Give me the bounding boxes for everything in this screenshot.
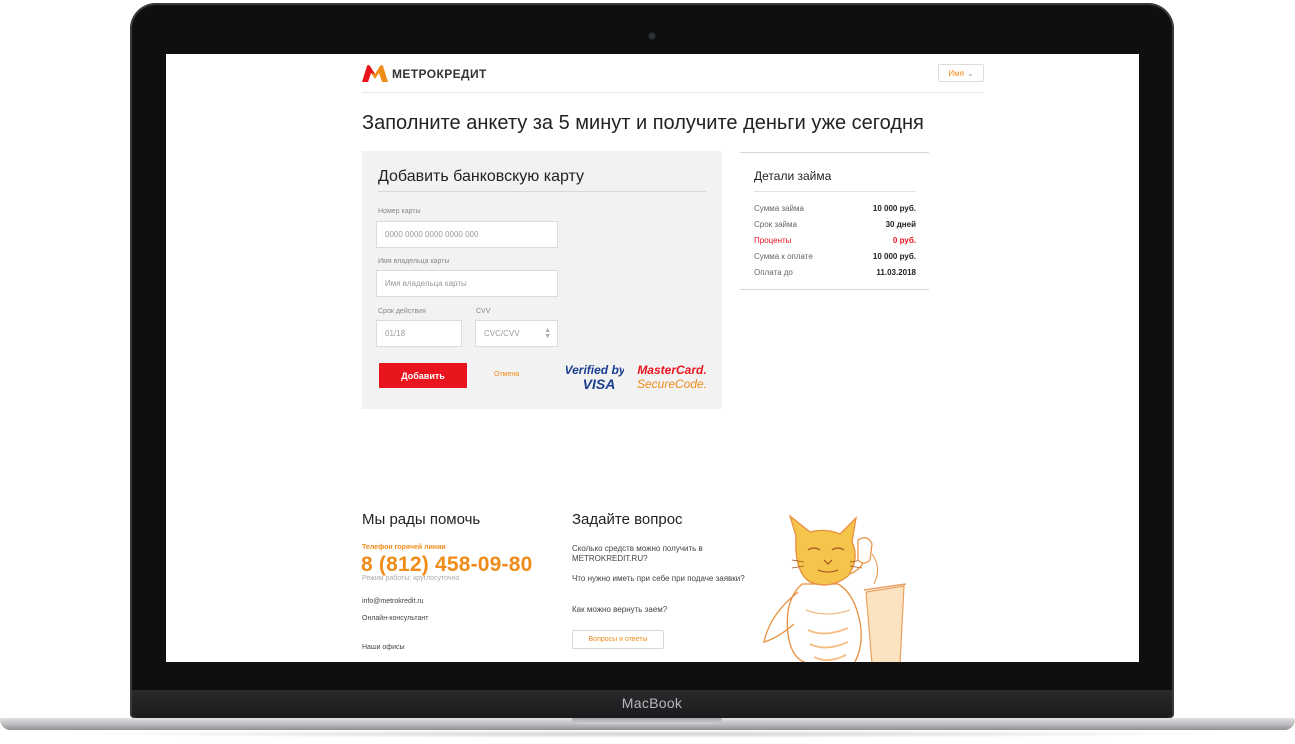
brand-name: МЕТРОКРЕДИТ [392, 67, 487, 81]
mc-line2: SecureCode. [637, 377, 707, 391]
user-menu-button[interactable]: Имя ⌄ [938, 64, 984, 82]
faq-button[interactable]: Вопросы и ответы [572, 630, 664, 649]
loan-row: Оплата до 11.03.2018 [754, 264, 916, 280]
chevron-down-icon: ⌄ [966, 68, 974, 78]
mastercard-securecode-logo: MasterCard. SecureCode. [637, 363, 707, 391]
camera-icon [649, 33, 655, 39]
cvv-label: CVV [476, 308, 491, 315]
card-form-title: Добавить банковскую карту [378, 168, 585, 185]
loan-row-value: 10 000 руб. [872, 251, 916, 261]
user-menu-label: Имя [948, 68, 964, 78]
faq-question-1[interactable]: Сколько средств можно получить в METROKR… [572, 544, 752, 564]
loan-details-table: Сумма займа 10 000 руб. Срок займа 30 дн… [754, 200, 916, 280]
spinner-arrows-icon[interactable]: ▲ ▼ [544, 327, 551, 340]
card-number-input[interactable]: 0000 0000 0000 0000 000 [376, 221, 558, 248]
expiry-input[interactable]: 01/18 [376, 320, 462, 347]
metrokredit-logo-icon [362, 65, 388, 82]
visa-line2: VISA [583, 376, 616, 392]
working-hours: Режим работы: круглосуточно [362, 575, 460, 582]
online-consultant-link[interactable]: Онлайн-консультант [362, 615, 428, 622]
visa-line1: Verified by [566, 363, 624, 377]
faq-title: Задайте вопрос [572, 511, 683, 528]
card-holder-input[interactable]: Имя владельца карты [376, 270, 558, 297]
hotline-phone[interactable]: 8 (812) 458-09-80 [361, 553, 533, 577]
loan-row-value: 11.03.2018 [876, 267, 916, 277]
device-label: MacBook [621, 695, 683, 711]
add-card-button[interactable]: Добавить [379, 363, 467, 388]
cvv-input[interactable]: CVC/CVV ▲ ▼ [475, 320, 558, 347]
faq-question-2[interactable]: Что нужно иметь при себе при подаче заяв… [572, 574, 752, 584]
loan-top-divider [740, 152, 929, 153]
hotline-label: Телефон горячей линии [362, 544, 446, 551]
mc-line1: MasterCard. [637, 363, 706, 377]
help-title: Мы рады помочь [362, 511, 481, 528]
loan-row-value: 10 000 руб. [872, 203, 916, 213]
loan-row-label: Проценты [754, 235, 792, 245]
card-number-label: Номер карты [378, 208, 421, 215]
browser-screen: МЕТРОКРЕДИТ Имя ⌄ Заполните анкету за 5 … [166, 54, 1139, 662]
cat-mascot-illustration [763, 514, 907, 662]
loan-bottom-divider [740, 289, 929, 290]
card-form-divider [378, 191, 706, 192]
loan-row-value: 0 руб. [892, 235, 916, 245]
card-holder-label: Имя владельца карты [378, 258, 450, 265]
loan-row-label: Сумма к оплате [754, 251, 813, 261]
loan-row-value: 30 дней [885, 219, 916, 229]
loan-row-label: Оплата до [754, 267, 793, 277]
verified-by-visa-logo: Verified by VISA [566, 363, 624, 392]
email-link[interactable]: info@metrokredit.ru [362, 598, 424, 605]
offices-link[interactable]: Наши офисы [362, 644, 405, 651]
page-headline: Заполните анкету за 5 минут и получите д… [362, 112, 924, 134]
cvv-placeholder: CVC/CVV [484, 329, 520, 338]
faq-question-3[interactable]: Как можно вернуть заем? [572, 605, 752, 615]
loan-row: Срок займа 30 дней [754, 216, 916, 232]
loan-details-title: Детали займа [754, 169, 832, 183]
header-divider [362, 92, 984, 93]
loan-title-divider [754, 191, 916, 192]
loan-row-label: Срок займа [754, 219, 797, 229]
loan-row: Сумма займа 10 000 руб. [754, 200, 916, 216]
laptop-base-notch [572, 718, 722, 724]
expiry-label: Срок действия [378, 308, 426, 315]
loan-row: Сумма к оплате 10 000 руб. [754, 248, 916, 264]
laptop-shadow [60, 730, 1235, 738]
laptop-chin: MacBook [132, 690, 1172, 718]
cancel-link[interactable]: Отмена [494, 371, 519, 378]
loan-row-label: Сумма займа [754, 203, 804, 213]
loan-row: Проценты 0 руб. [754, 232, 916, 248]
